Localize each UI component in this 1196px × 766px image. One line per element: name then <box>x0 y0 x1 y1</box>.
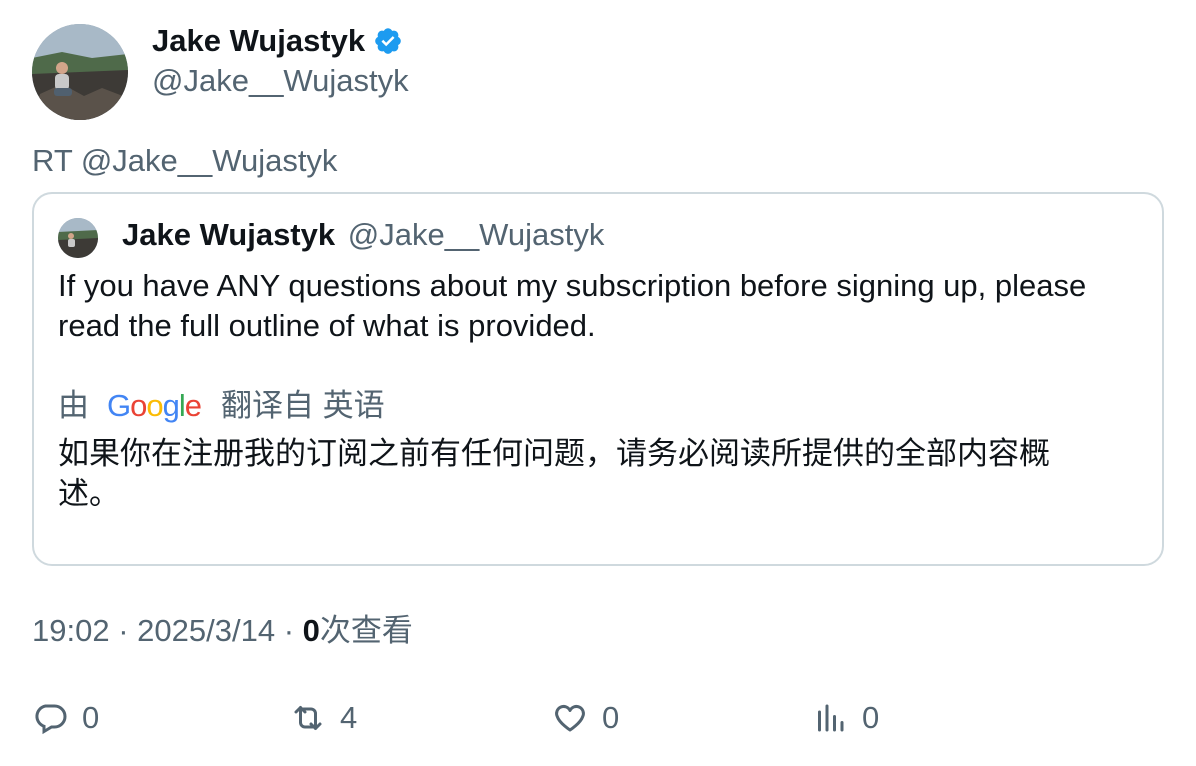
reply-button[interactable]: 0 <box>32 700 99 736</box>
retweet-icon <box>294 706 322 730</box>
google-logo: Google <box>107 388 202 423</box>
views-action-count: 0 <box>862 700 880 735</box>
reply-icon <box>35 704 67 735</box>
translation-attribution: 由 Google 翻译自 英语 <box>58 386 385 426</box>
views-label: 次查看 <box>319 613 413 648</box>
like-icon <box>555 704 585 732</box>
translate-suffix: 翻译自 英语 <box>221 388 385 423</box>
reply-count: 0 <box>82 700 100 735</box>
quoted-tweet-text: If you have ANY questions about my subsc… <box>58 268 1087 343</box>
tweet-meta: 19:02 · 2025/3/14 · 0次查看 <box>32 612 413 650</box>
quoted-tweet-card[interactable]: Jake Wujastyk @Jake__Wujastyk If you hav… <box>32 192 1164 566</box>
quoted-author-avatar[interactable] <box>58 218 98 258</box>
author-block: Jake Wujastyk @Jake__Wujastyk <box>152 22 409 100</box>
retweet-button[interactable]: 4 <box>290 700 357 736</box>
like-button[interactable]: 0 <box>552 700 619 736</box>
retweet-count: 4 <box>340 700 358 735</box>
author-name-row[interactable]: Jake Wujastyk <box>152 22 409 60</box>
verified-badge-icon[interactable] <box>373 26 403 56</box>
meta-separator: · <box>118 613 129 648</box>
tweet-time[interactable]: 19:02 <box>32 613 110 648</box>
author-name[interactable]: Jake Wujastyk <box>152 22 365 60</box>
author-avatar[interactable] <box>32 24 128 120</box>
tweet-date[interactable]: 2025/3/14 <box>137 613 275 648</box>
meta-separator-2: · <box>283 613 295 648</box>
views-icon <box>818 704 844 732</box>
like-count: 0 <box>602 700 620 735</box>
quoted-author-name[interactable]: Jake Wujastyk <box>122 217 335 252</box>
translated-text: 如果你在注册我的订阅之前有任何问题，请务必阅读所提供的全部内容概述。 <box>58 436 1050 511</box>
retweet-line: RT @Jake__Wujastyk <box>32 143 338 178</box>
author-handle[interactable]: @Jake__Wujastyk <box>152 62 409 100</box>
action-bar: 0 4 0 0 <box>32 700 1132 740</box>
views-count: 0 <box>302 613 320 648</box>
translate-prefix: 由 <box>58 388 89 423</box>
quoted-author-handle[interactable]: @Jake__Wujastyk <box>348 217 605 252</box>
quoted-header: Jake Wujastyk @Jake__Wujastyk <box>122 216 604 254</box>
views-button[interactable]: 0 <box>812 700 879 736</box>
